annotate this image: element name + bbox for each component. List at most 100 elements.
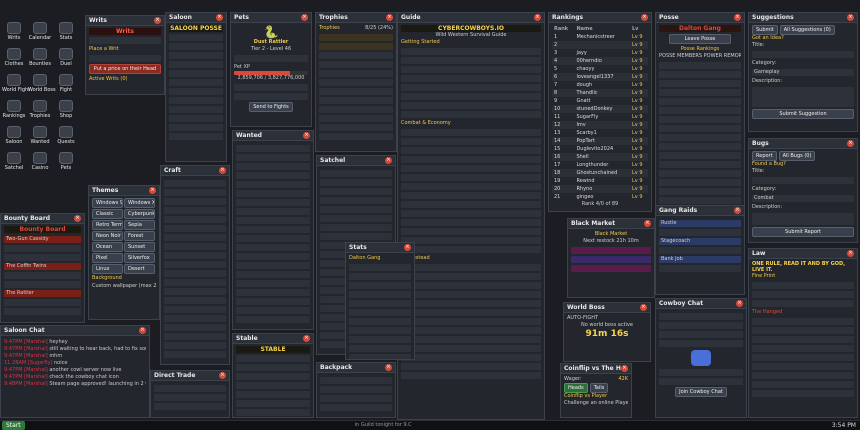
theme-option[interactable]: Classic bbox=[92, 209, 123, 219]
desktop-icon[interactable]: Pets bbox=[54, 152, 78, 171]
close-icon[interactable]: × bbox=[847, 140, 854, 147]
desktop-icon[interactable]: World Fight bbox=[2, 74, 30, 93]
close-icon[interactable]: × bbox=[847, 250, 854, 257]
close-icon[interactable]: × bbox=[640, 304, 647, 311]
close-icon[interactable]: × bbox=[534, 14, 541, 21]
theme-option[interactable]: Silverfox bbox=[124, 253, 155, 263]
close-icon[interactable]: × bbox=[301, 14, 308, 21]
theme-option[interactable]: Ocean bbox=[92, 242, 123, 252]
theme-option[interactable]: Desert bbox=[124, 264, 155, 274]
tab-all-bugs[interactable]: All Bugs (0) bbox=[778, 151, 816, 161]
desktop-icon[interactable]: Wanted bbox=[28, 126, 52, 145]
bounty-item[interactable]: Two-Gun Cassidy bbox=[4, 236, 81, 243]
bug-category-select[interactable]: Combat bbox=[752, 195, 854, 202]
table-row[interactable]: 18 Ghostunchained Lv 9 bbox=[552, 169, 648, 177]
table-row[interactable]: 15 Duglevito2024 Lv 9 bbox=[552, 145, 648, 153]
desktop-icon[interactable]: Bounties bbox=[28, 48, 52, 67]
theme-option[interactable]: Windows XP bbox=[124, 198, 155, 208]
desktop-icon[interactable]: Saloon bbox=[2, 126, 26, 145]
close-icon[interactable]: × bbox=[641, 14, 648, 21]
desktop-icon[interactable]: Stats bbox=[54, 22, 78, 41]
close-icon[interactable]: × bbox=[736, 300, 743, 307]
title-input[interactable] bbox=[752, 51, 854, 58]
put-price-button[interactable]: Put a price on their Head bbox=[89, 64, 161, 74]
start-button[interactable]: Start bbox=[2, 421, 25, 430]
bounty-item[interactable]: The Rattler bbox=[4, 290, 81, 297]
theme-option[interactable]: Sepia bbox=[124, 220, 155, 230]
desktop-icon[interactable]: Satchel bbox=[2, 152, 26, 171]
join-cowboy-chat-button[interactable]: Join Cowboy Chat bbox=[675, 387, 727, 397]
close-icon[interactable]: × bbox=[847, 14, 854, 21]
table-row[interactable]: 7 dough Lv 9 bbox=[552, 81, 648, 89]
close-icon[interactable]: × bbox=[303, 132, 310, 139]
close-icon[interactable]: × bbox=[74, 215, 81, 222]
close-icon[interactable]: × bbox=[149, 187, 156, 194]
description-input[interactable] bbox=[752, 87, 854, 107]
table-row[interactable]: 10 stunedDonkey Lv 9 bbox=[552, 105, 648, 113]
desktop-icon[interactable]: Clothes bbox=[2, 48, 26, 67]
close-icon[interactable]: × bbox=[621, 365, 628, 372]
close-icon[interactable]: × bbox=[385, 364, 392, 371]
theme-option[interactable]: Linux bbox=[92, 264, 123, 274]
table-row[interactable]: 16 Shell Lv 9 bbox=[552, 153, 648, 161]
close-icon[interactable]: × bbox=[385, 157, 392, 164]
theme-option[interactable]: Pixel bbox=[92, 253, 123, 263]
heads-button[interactable]: Heads bbox=[564, 383, 588, 393]
table-row[interactable]: 5 chaoyy Lv 9 bbox=[552, 65, 648, 73]
desktop-icon[interactable]: Duel bbox=[54, 48, 78, 67]
wager-amount[interactable]: 42K bbox=[618, 376, 628, 383]
submit-report-button[interactable]: Submit Report bbox=[752, 227, 854, 237]
table-row[interactable]: 6 loveangel1337 Lv 9 bbox=[552, 73, 648, 81]
table-row[interactable]: 19 Rewind Lv 9 bbox=[552, 177, 648, 185]
desktop-icon[interactable]: Quests bbox=[54, 126, 78, 145]
submit-suggestion-button[interactable]: Submit Suggestion bbox=[752, 109, 854, 119]
close-icon[interactable]: × bbox=[216, 14, 223, 21]
table-row[interactable]: 14 PopTart Lv 9 bbox=[552, 137, 648, 145]
table-row[interactable]: 1 Mechanicstreer Lv 9 bbox=[552, 33, 648, 41]
table-row[interactable]: 12 Imv Lv 9 bbox=[552, 121, 648, 129]
raid-item[interactable]: Rustle bbox=[659, 220, 741, 227]
theme-option[interactable]: Windows 98 bbox=[92, 198, 123, 208]
table-row[interactable]: 8 Thandlic Lv 9 bbox=[552, 89, 648, 97]
table-row[interactable]: 17 Longthunder Lv 9 bbox=[552, 161, 648, 169]
close-icon[interactable]: × bbox=[219, 372, 226, 379]
bug-title-input[interactable] bbox=[752, 177, 854, 184]
close-icon[interactable]: × bbox=[734, 207, 741, 214]
trade-input[interactable] bbox=[154, 394, 226, 401]
theme-option[interactable]: Neon Noir bbox=[92, 231, 123, 241]
table-row[interactable]: 9 Gnatt Lv 9 bbox=[552, 97, 648, 105]
table-row[interactable]: 20 Rhyno Lv 9 bbox=[552, 185, 648, 193]
desktop-icon[interactable]: Casino bbox=[28, 152, 52, 171]
background-upload[interactable]: Custom wallpaper (max 2MB) bbox=[92, 283, 156, 290]
table-row[interactable]: 4 00herndio Lv 9 bbox=[552, 57, 648, 65]
desktop-icon[interactable]: Writs bbox=[2, 22, 26, 41]
raid-item[interactable]: Stagecoach bbox=[659, 238, 741, 245]
table-row[interactable]: 2 Lv 9 bbox=[552, 41, 648, 49]
close-icon[interactable]: × bbox=[404, 244, 411, 251]
category-select[interactable]: Gameplay bbox=[752, 69, 854, 76]
auto-fight-label[interactable]: AUTO-FIGHT bbox=[567, 315, 647, 322]
close-icon[interactable]: × bbox=[219, 167, 226, 174]
desktop-icon[interactable]: Fight bbox=[54, 74, 78, 93]
tab-submit[interactable]: Submit bbox=[752, 25, 778, 35]
close-icon[interactable]: × bbox=[154, 17, 161, 24]
theme-option[interactable]: Sunset bbox=[124, 242, 155, 252]
close-icon[interactable]: × bbox=[386, 14, 393, 21]
theme-option[interactable]: Forest bbox=[124, 231, 155, 241]
tab-report[interactable]: Report bbox=[752, 151, 777, 161]
close-icon[interactable]: × bbox=[644, 220, 651, 227]
send-to-fights-button[interactable]: Send to Fights bbox=[249, 102, 293, 112]
desktop-icon[interactable]: Trophies bbox=[28, 100, 52, 119]
desktop-icon[interactable]: Calendar bbox=[28, 22, 52, 41]
desktop-icon[interactable]: Shop bbox=[54, 100, 78, 119]
theme-option[interactable]: Cyberpunk bbox=[124, 209, 155, 219]
close-icon[interactable]: × bbox=[734, 14, 741, 21]
bug-description-input[interactable] bbox=[752, 213, 854, 225]
close-icon[interactable]: × bbox=[139, 327, 146, 334]
close-icon[interactable]: × bbox=[303, 335, 310, 342]
tab-all-suggestions[interactable]: All Suggestions (0) bbox=[779, 25, 835, 35]
table-row[interactable]: 11 SugarFly Lv 9 bbox=[552, 113, 648, 121]
desktop-icon[interactable]: World Boss bbox=[28, 74, 56, 93]
leave-posse-button[interactable]: Leave Posse bbox=[669, 34, 731, 44]
tails-button[interactable]: Tails bbox=[589, 383, 609, 393]
